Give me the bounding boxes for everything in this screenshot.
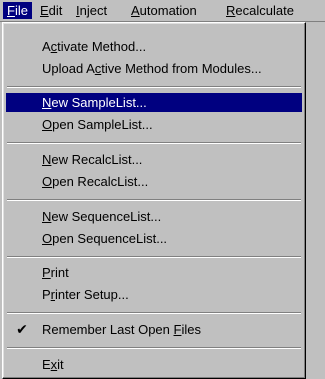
label: inter Setup... — [55, 287, 129, 302]
accelerator: N — [42, 95, 52, 110]
menu-automation-accelerator: A — [131, 3, 140, 18]
label-pre: A — [42, 39, 51, 54]
menu-item-new-recalclist[interactable]: New RecalcList... — [6, 150, 302, 169]
menu-item-new-samplelist[interactable]: New SampleList... — [6, 93, 302, 112]
accelerator: O — [42, 174, 53, 189]
label: tive Method from Modules... — [101, 61, 262, 76]
menu-item-upload-active-method[interactable]: Upload Active Method from Modules... — [6, 59, 302, 78]
label: ew RecalcList... — [51, 152, 143, 167]
menu-item-open-sequencelist[interactable]: Open SequenceList... — [6, 229, 302, 248]
label: tivate Method... — [57, 39, 147, 54]
label-pre: P — [42, 287, 51, 302]
menu-item-new-sequencelist[interactable]: New SequenceList... — [6, 207, 302, 226]
label: pen RecalcList... — [52, 174, 149, 189]
label-pre: Remember Last Open — [42, 322, 174, 337]
menu-inject[interactable]: Inject — [72, 2, 111, 19]
menu-separator — [7, 312, 301, 314]
menu-item-remember-last-open-files[interactable]: ✔ Remember Last Open Files — [6, 320, 302, 339]
label: pen SampleList... — [52, 117, 153, 132]
menu-item-open-samplelist[interactable]: Open SampleList... — [6, 115, 302, 134]
menu-file-label: ile — [14, 3, 28, 18]
menu-file[interactable]: File — [3, 2, 32, 19]
label: ew SampleList... — [51, 95, 147, 110]
menu-inject-label: nject — [79, 3, 108, 18]
menu-item-print[interactable]: Print — [6, 263, 302, 282]
menu-edit[interactable]: Edit — [36, 2, 66, 19]
menu-separator — [7, 86, 301, 88]
label: rint — [50, 265, 69, 280]
menu-recalculate[interactable]: Recalculate — [222, 2, 298, 19]
label: iles — [181, 322, 201, 337]
menu-edit-label: dit — [48, 3, 63, 18]
label: it — [57, 357, 64, 372]
accelerator: N — [42, 152, 52, 167]
label: pen SequenceList... — [52, 231, 168, 246]
accelerator: N — [42, 209, 52, 224]
menu-item-open-recalclist[interactable]: Open RecalcList... — [6, 172, 302, 191]
menu-separator — [7, 142, 301, 144]
menu-bar: File Edit Inject Automation Recalculate — [0, 0, 325, 22]
menu-item-activate-method[interactable]: Activate Method... — [6, 37, 302, 56]
checkmark-icon: ✔ — [16, 321, 28, 337]
menu-automation-label: utomation — [139, 3, 197, 18]
menu-item-exit[interactable]: Exit — [6, 355, 302, 374]
menu-separator — [7, 256, 301, 258]
label-pre: Upload A — [42, 61, 95, 76]
menu-recalculate-accelerator: R — [226, 3, 236, 18]
accelerator: O — [42, 117, 53, 132]
menu-automation[interactable]: Automation — [127, 2, 201, 19]
menu-separator — [7, 347, 301, 349]
menu-edit-accelerator: E — [40, 3, 49, 18]
file-menu-dropdown: Activate Method... Upload Active Method … — [2, 22, 306, 379]
menu-item-printer-setup[interactable]: Printer Setup... — [6, 285, 302, 304]
label-pre: E — [42, 357, 51, 372]
menu-file-accelerator: F — [7, 3, 15, 18]
accelerator: O — [42, 231, 53, 246]
accelerator: P — [42, 265, 51, 280]
menu-separator — [7, 199, 301, 201]
menu-recalculate-label: ecalculate — [235, 3, 294, 18]
label: ew SequenceList... — [51, 209, 162, 224]
